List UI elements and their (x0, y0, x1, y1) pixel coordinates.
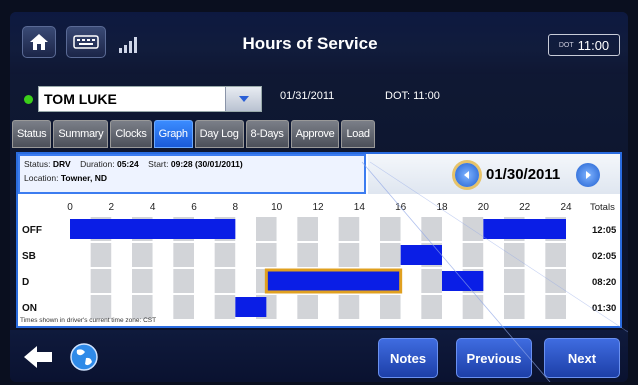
x-tick-label: 18 (436, 202, 448, 213)
x-tick-label: 2 (109, 202, 115, 213)
duty-segment (235, 297, 267, 317)
chevron-down-icon (238, 96, 249, 102)
status-summary: Status: DRV Duration: 05:24 Start: 09:28… (18, 154, 366, 194)
hos-graph: 0 2 4 6 8 10 12 14 16 18 20 22 24 TotalsOFF 12:05SB 02:… (22, 202, 617, 321)
next-button[interactable]: Next (544, 338, 620, 378)
home-button[interactable] (22, 26, 56, 58)
graph-date: 01/30/2011 (486, 166, 561, 183)
x-tick-label: 14 (354, 202, 366, 213)
signal-icon (119, 37, 137, 53)
dot-clock: DOT 11:00 (548, 34, 620, 56)
x-tick-label: 0 (67, 202, 73, 213)
app-title: Hours of Service (242, 34, 378, 53)
start-value: 09:28 (30/01/2011) (170, 159, 243, 169)
chevron-left-icon (464, 171, 469, 179)
duty-segment (400, 245, 442, 265)
bottom-bar: Notes Previous Next (10, 330, 628, 382)
home-icon (30, 34, 48, 50)
tab-summary[interactable]: Summary (53, 120, 109, 148)
hos-window: Hours of Service DOT 11:00 TOM LUKE 01/3… (10, 12, 628, 382)
row-total: 08:20 (592, 277, 616, 288)
start-label: Start: (148, 159, 169, 169)
driver-row: TOM LUKE 01/31/2011 DOT: 11:00 (10, 74, 628, 118)
duty-segment (483, 219, 566, 239)
x-tick-label: 12 (312, 202, 324, 213)
tab-load[interactable]: Load (341, 120, 375, 148)
notes-button[interactable]: Notes (378, 338, 438, 378)
tab-clocks[interactable]: Clocks (110, 120, 152, 148)
date-navigator: 01/30/2011 (368, 154, 620, 194)
top-bar: Hours of Service DOT 11:00 (10, 12, 628, 74)
tab-status[interactable]: Status (12, 120, 52, 148)
tab-day-log[interactable]: Day Log (194, 120, 244, 148)
current-date: 01/31/2011 (280, 90, 335, 102)
x-tick-label: 10 (271, 202, 283, 213)
row-total: 02:05 (592, 251, 617, 262)
tab-bar: Status Summary Clocks Graph Day Log 8-Days App… (12, 120, 375, 148)
totals-header: Totals (590, 202, 615, 213)
location-label: Location: (24, 173, 59, 183)
x-tick-label: 22 (519, 202, 531, 213)
row-label: ON (22, 303, 37, 314)
row-total: 01:30 (592, 303, 616, 314)
row-total: 12:05 (592, 225, 617, 236)
next-day-button[interactable] (576, 163, 600, 187)
clock-prefix: DOT (558, 41, 574, 49)
driver-status-dot (24, 95, 33, 104)
keyboard-button[interactable] (66, 26, 106, 58)
row-label: SB (22, 251, 36, 262)
duration-label: Duration: (80, 159, 115, 169)
keyboard-icon (73, 35, 99, 49)
timezone-footnote: Times shown in driver's current time zon… (20, 317, 157, 324)
previous-button[interactable]: Previous (456, 338, 532, 378)
back-arrow-icon[interactable] (20, 340, 56, 374)
duty-segment (442, 271, 484, 291)
dot-time: DOT: 11:00 (385, 90, 440, 102)
tab-8-days[interactable]: 8-Days (245, 120, 289, 148)
tab-graph[interactable]: Graph (153, 120, 193, 148)
status-value: DRV (52, 159, 71, 169)
clock-time: 11:00 (577, 37, 610, 53)
globe-icon[interactable] (66, 340, 102, 374)
location-value: Towner, ND (60, 173, 107, 183)
x-tick-label: 6 (191, 202, 197, 213)
row-label: D (22, 277, 29, 288)
duration-value: 05:24 (116, 159, 139, 169)
x-tick-label: 16 (395, 202, 407, 213)
tab-approve[interactable]: Approve (290, 120, 340, 148)
driver-name: TOM LUKE (44, 91, 117, 107)
duty-segment (266, 271, 401, 291)
x-tick-label: 4 (150, 202, 156, 213)
chevron-right-icon (586, 171, 591, 179)
status-label: Status: (24, 159, 51, 169)
duty-segment (70, 219, 236, 239)
graph-panel: Status: DRV Duration: 05:24 Start: 09:28… (16, 152, 622, 328)
dropdown-button[interactable] (225, 87, 261, 111)
driver-select[interactable]: TOM LUKE (38, 86, 262, 112)
x-tick-label: 20 (478, 202, 490, 213)
x-tick-label: 24 (560, 202, 572, 213)
row-label: OFF (22, 225, 42, 236)
x-tick-label: 8 (233, 202, 239, 213)
previous-day-button[interactable] (455, 163, 479, 187)
